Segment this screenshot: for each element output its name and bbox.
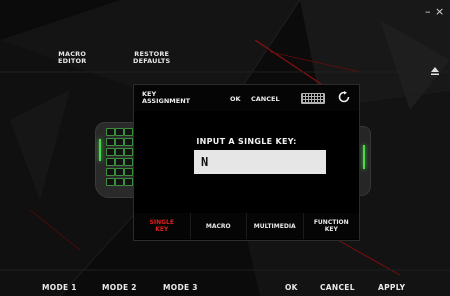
refresh-icon[interactable] (338, 91, 350, 103)
cancel-button[interactable]: CANCEL (320, 283, 355, 292)
key-assignment-dialog: KEY ASSIGNMENT OK CANCEL INPUT A SINGLE … (133, 84, 360, 241)
dialog-cancel-button[interactable]: CANCEL (251, 95, 280, 103)
ok-button[interactable]: OK (285, 283, 298, 292)
tab-macro[interactable]: MACRO (191, 213, 247, 239)
led-strip-left (99, 139, 101, 161)
tab-single-key-line1: SINGLE (149, 219, 174, 226)
close-button[interactable]: × (435, 6, 444, 17)
mode-2-button[interactable]: MODE 2 (102, 283, 137, 292)
assignment-type-tabs: SINGLE KEY MACRO MULTIMEDIA FUNCTION KEY (134, 213, 359, 239)
eject-icon[interactable] (430, 66, 440, 76)
dialog-ok-button[interactable]: OK (230, 95, 241, 103)
tab-macro-label: MACRO (205, 222, 231, 230)
restore-defaults-label-line2: DEFAULTS (133, 57, 171, 65)
restore-defaults-button[interactable]: RESTORE DEFAULTS (133, 51, 170, 65)
led-strip-right (363, 145, 365, 169)
single-key-input[interactable] (194, 150, 326, 174)
dialog-title: KEY ASSIGNMENT (142, 91, 190, 105)
key-input-prompt: INPUT A SINGLE KEY: (196, 137, 297, 146)
tab-function-key-line1: FUNCTION (313, 219, 349, 226)
dialog-header: KEY ASSIGNMENT OK CANCEL (134, 85, 359, 111)
tab-function-key[interactable]: FUNCTION KEY (304, 213, 360, 239)
apply-button[interactable]: APPLY (378, 283, 405, 292)
tab-single-key-line2: KEY (155, 226, 169, 233)
keyboard-icon[interactable] (301, 93, 325, 104)
mode-3-button[interactable]: MODE 3 (163, 283, 198, 292)
macro-editor-button[interactable]: MACRO EDITOR (58, 51, 86, 65)
device-keypad (106, 128, 133, 186)
tab-single-key[interactable]: SINGLE KEY (134, 213, 191, 239)
dialog-title-line2: ASSIGNMENT (142, 97, 191, 105)
tab-multimedia-label: MULTIMEDIA (253, 222, 296, 230)
tab-function-key-line2: KEY (324, 226, 338, 233)
mode-1-button[interactable]: MODE 1 (42, 283, 77, 292)
minimize-button[interactable]: – (425, 6, 431, 17)
macro-editor-label-line2: EDITOR (58, 57, 87, 65)
tab-multimedia[interactable]: MULTIMEDIA (247, 213, 304, 239)
